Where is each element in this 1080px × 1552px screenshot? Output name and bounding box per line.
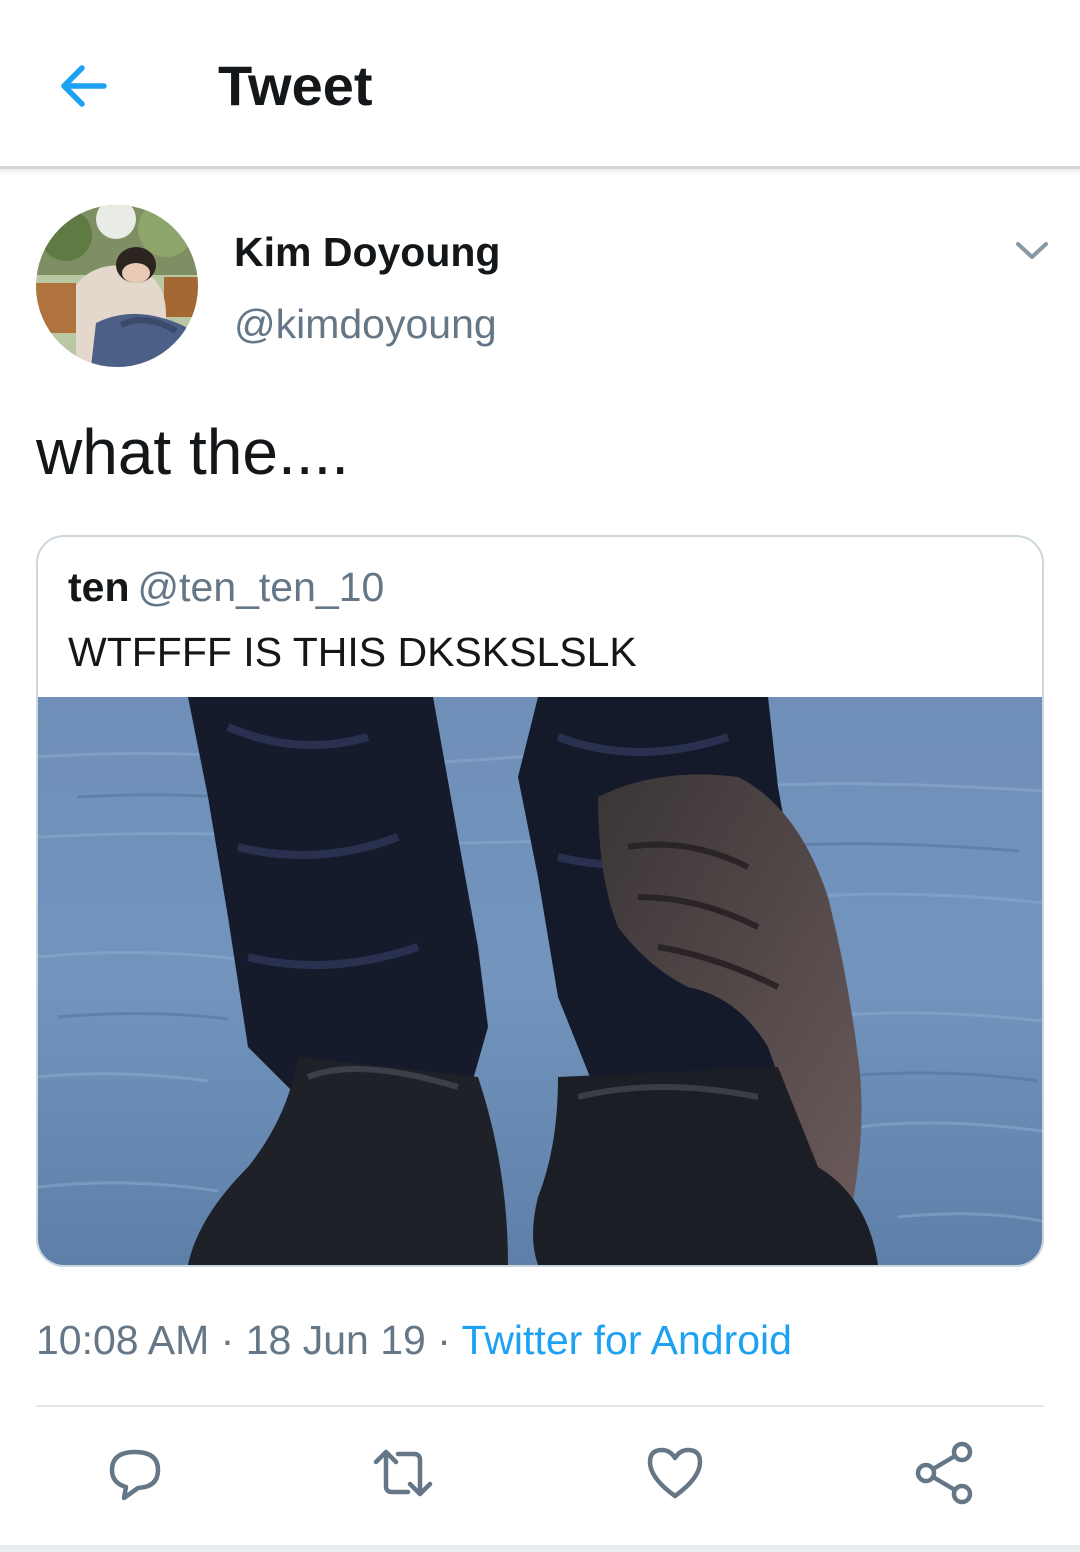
tweet-detail-page: Tweet Kim Doyoung @kimdoyoung what the..…: [0, 0, 1080, 1552]
page-title: Tweet: [218, 54, 373, 117]
quoted-tweet-card[interactable]: ten @ten_ten_10 WTFFFF IS THIS DKSKSLSLK: [36, 535, 1044, 1267]
tweet-text: what the....: [36, 416, 350, 488]
top-app-bar: Tweet: [0, 0, 1080, 168]
tweet-actions-bar: [0, 1440, 1080, 1510]
arrow-left-icon[interactable]: [56, 58, 112, 114]
bottom-divider: [0, 1545, 1080, 1552]
tweet-time: 10:08 AM: [36, 1317, 210, 1363]
avatar[interactable]: [36, 205, 198, 367]
quoted-author-name: ten: [68, 564, 130, 610]
retweet-icon[interactable]: [370, 1440, 436, 1506]
meta-divider: [36, 1405, 1044, 1407]
quoted-tweet-header: ten @ten_ten_10: [68, 563, 384, 611]
header-shadow: [0, 169, 1080, 175]
tweet-date: 18 Jun 19: [245, 1317, 426, 1363]
tweet-meta: 10:08 AM · 18 Jun 19 · Twitter for Andro…: [36, 1314, 792, 1366]
meta-separator: ·: [437, 1317, 451, 1363]
author-display-name[interactable]: Kim Doyoung: [234, 228, 500, 276]
meta-separator: ·: [220, 1317, 235, 1363]
reply-icon[interactable]: [102, 1440, 168, 1506]
quoted-tweet-text: WTFFFF IS THIS DKSKSLSLK: [68, 629, 637, 675]
quoted-tweet-photo[interactable]: [38, 697, 1042, 1265]
share-icon[interactable]: [912, 1440, 978, 1506]
tweet-source-link[interactable]: Twitter for Android: [462, 1317, 792, 1363]
chevron-down-icon[interactable]: [1012, 236, 1052, 264]
quoted-author-handle: @ten_ten_10: [137, 564, 385, 610]
heart-icon[interactable]: [642, 1440, 708, 1506]
author-handle[interactable]: @kimdoyoung: [234, 300, 497, 348]
